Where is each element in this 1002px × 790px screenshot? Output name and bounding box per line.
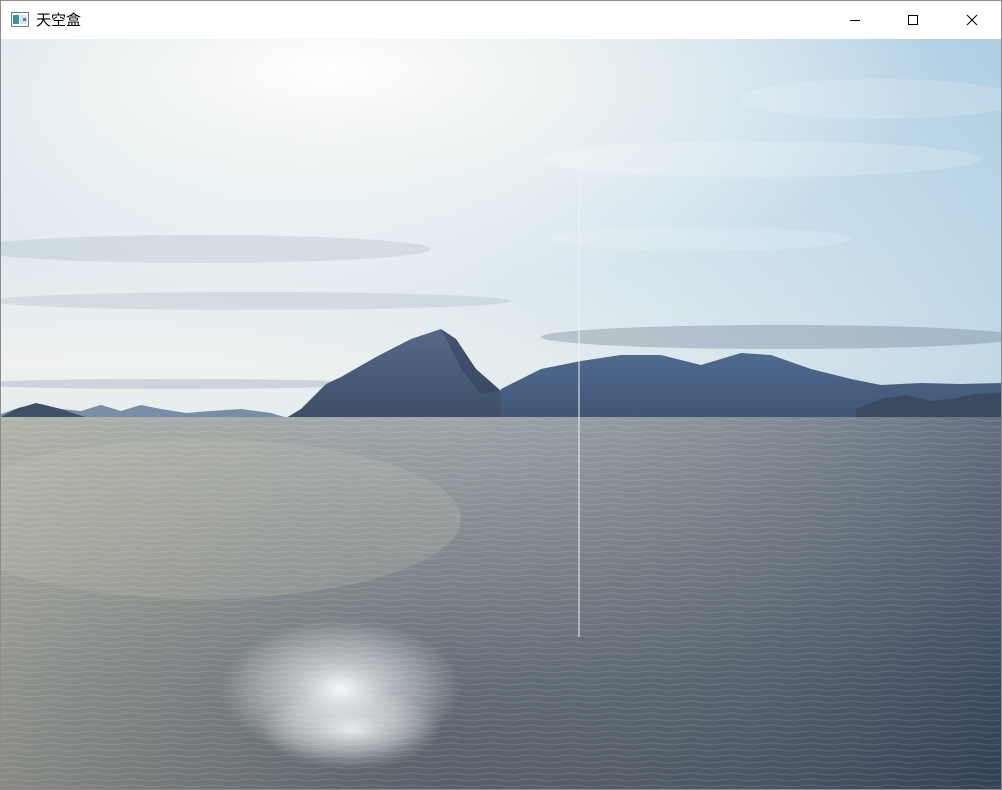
maximize-button[interactable] [884,1,942,39]
maximize-icon [908,15,918,25]
app-window: 天空盒 [0,0,1002,790]
close-button[interactable] [943,1,1001,39]
window-title: 天空盒 [36,11,82,29]
minimize-icon [850,20,860,21]
title-bar[interactable]: 天空盒 [1,1,1001,39]
render-viewport[interactable] [1,39,1001,789]
minimize-button[interactable] [826,1,884,39]
close-icon [966,14,978,26]
skybox-scene [1,39,1001,789]
app-window-icon [11,12,29,27]
